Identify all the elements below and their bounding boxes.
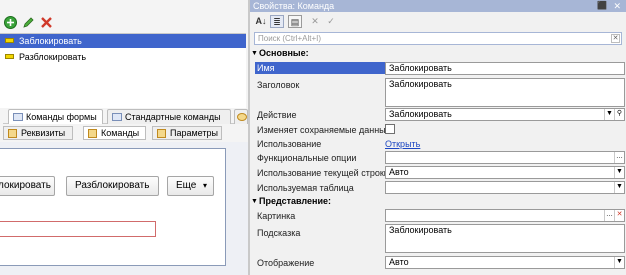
properties-toolbar: A↓ ≣ ▤ ✕ ✓ xyxy=(250,12,626,31)
add-icon[interactable] xyxy=(4,16,17,29)
tab-label: Команды формы xyxy=(26,112,97,122)
functional-options-field[interactable]: … xyxy=(385,151,625,164)
more-button[interactable]: Еще ▾ xyxy=(167,176,214,196)
field-value: Заблокировать xyxy=(389,63,452,73)
form-preview: локировать Разблокировать Еще ▾ xyxy=(0,142,248,275)
categorized-view-icon[interactable]: ≣ xyxy=(270,15,284,28)
tab-label: Стандартные команды xyxy=(125,112,221,122)
tab-commands[interactable]: Команды xyxy=(83,126,146,140)
preview-margin xyxy=(226,142,248,275)
group-main[interactable]: ▼ Основные: xyxy=(250,48,626,59)
tab-standard-commands[interactable]: Стандартные команды xyxy=(107,109,231,124)
properties-view-icon[interactable]: ▤ xyxy=(288,15,302,28)
attributes-icon xyxy=(8,129,17,138)
tooltip-field[interactable]: Заблокировать xyxy=(385,224,625,253)
button-label: Еще xyxy=(176,180,197,191)
search-icon[interactable]: ⚲ xyxy=(614,109,624,120)
apply-icon[interactable]: ✓ xyxy=(324,15,338,28)
tab-label: Команды xyxy=(101,128,140,138)
chevron-down-icon: ▾ xyxy=(202,181,207,190)
edit-icon[interactable] xyxy=(22,16,35,29)
commands-icon xyxy=(112,113,122,121)
tab-label: Реквизиты xyxy=(21,128,66,138)
parameters-icon xyxy=(157,129,166,138)
header-field[interactable]: Заблокировать xyxy=(385,78,625,107)
changes-data-checkbox[interactable] xyxy=(385,124,395,134)
search-placeholder: Поиск (Ctrl+Alt+I) xyxy=(258,34,322,43)
field-value: Авто xyxy=(389,257,409,267)
tab-form-commands[interactable]: Команды формы xyxy=(8,109,103,124)
ellipsis-icon[interactable]: … xyxy=(614,152,624,163)
chevron-down-icon[interactable]: ▼ xyxy=(614,257,624,268)
clear-search-icon[interactable]: ✕ xyxy=(611,34,620,43)
lock-button[interactable]: локировать xyxy=(0,176,55,196)
list-item-label: Заблокировать xyxy=(19,36,82,46)
preview-form: локировать Разблокировать Еще ▾ xyxy=(0,148,226,266)
prop-label-picture: Картинка xyxy=(257,211,296,221)
group-title: Представление: xyxy=(259,196,331,206)
sort-alphabetical-icon[interactable]: A↓ xyxy=(254,15,268,28)
unlock-button[interactable]: Разблокировать xyxy=(66,176,159,196)
current-row-select[interactable]: Авто ▼ xyxy=(385,166,625,179)
preview-input-field[interactable] xyxy=(0,221,156,237)
command-icon xyxy=(5,38,14,43)
field-value: Заблокировать xyxy=(389,109,452,119)
prop-label-functional-options: Функциональные опции xyxy=(257,153,357,163)
field-value: Заблокировать xyxy=(389,79,452,89)
list-item[interactable]: Заблокировать xyxy=(0,34,246,48)
chevron-down-icon[interactable]: ▼ xyxy=(604,109,614,120)
picture-field[interactable]: … ✕ xyxy=(385,209,625,222)
prop-label-current-row: Использование текущей строки xyxy=(257,168,389,178)
expand-arrow-icon: ▼ xyxy=(251,198,258,205)
command-icon xyxy=(5,54,14,59)
usage-open-link[interactable]: Открыть xyxy=(385,139,420,149)
prop-label-changes-data: Изменяет сохраняемые данные xyxy=(257,125,391,135)
chevron-down-icon[interactable]: ▼ xyxy=(614,182,624,193)
close-icon[interactable]: ✕ xyxy=(613,0,621,12)
form-editor-pane: Заблокировать Разблокировать Команды фор… xyxy=(0,0,248,275)
button-label: локировать xyxy=(0,180,51,191)
search-input[interactable]: Поиск (Ctrl+Alt+I) ✕ xyxy=(254,32,622,45)
prop-label-tooltip: Подсказка xyxy=(257,228,301,238)
list-item-label: Разблокировать xyxy=(19,52,87,62)
chevron-down-icon[interactable]: ▼ xyxy=(614,167,624,178)
expand-arrow-icon: ▼ xyxy=(251,50,258,57)
delete-icon[interactable] xyxy=(40,16,53,29)
clear-icon[interactable]: ✕ xyxy=(614,210,624,221)
prop-label-action: Действие xyxy=(257,110,297,120)
group-view[interactable]: ▼ Представление: xyxy=(250,196,626,207)
tab-parameters[interactable]: Параметры xyxy=(152,126,222,140)
used-table-select[interactable]: ▼ xyxy=(385,181,625,194)
prop-label-display: Отображение xyxy=(257,258,315,268)
action-field[interactable]: Заблокировать ▼ ⚲ xyxy=(385,108,625,121)
tab-more[interactable] xyxy=(234,109,248,124)
panel-title: Свойства: Команда xyxy=(253,1,335,11)
commands-list: Заблокировать Разблокировать xyxy=(0,33,246,108)
tab-attributes[interactable]: Реквизиты xyxy=(3,126,73,140)
group-title: Основные: xyxy=(259,48,309,58)
commands-icon xyxy=(88,129,97,138)
commands-toolbar xyxy=(0,14,248,32)
display-select[interactable]: Авто ▼ xyxy=(385,256,625,269)
commands-tabs: Команды формы Стандартные команды xyxy=(3,109,248,124)
more-tabs-icon xyxy=(237,113,247,121)
ellipsis-icon[interactable]: … xyxy=(604,210,614,221)
tab-label: Параметры xyxy=(170,128,218,138)
properties-panel: Свойства: Команда ⬛ ✕ A↓ ≣ ▤ ✕ ✓ Поиск (… xyxy=(250,0,626,275)
pin-icon[interactable]: ⬛ xyxy=(597,0,607,12)
panel-title-bar: Свойства: Команда ⬛ ✕ xyxy=(250,0,626,12)
field-value: Авто xyxy=(389,167,409,177)
prop-label-usage: Использование xyxy=(257,139,322,149)
list-item[interactable]: Разблокировать xyxy=(0,50,246,64)
prop-label-name[interactable]: Имя xyxy=(255,62,387,74)
button-label: Разблокировать xyxy=(75,180,150,191)
prop-label-used-table: Используемая таблица xyxy=(257,183,354,193)
prop-label-header: Заголовок xyxy=(257,80,300,90)
cancel-icon[interactable]: ✕ xyxy=(308,15,322,28)
field-value: Заблокировать xyxy=(389,225,452,235)
name-field[interactable]: Заблокировать xyxy=(385,62,625,75)
form-editor-tabs: Реквизиты Команды Параметры xyxy=(3,125,247,140)
form-icon xyxy=(13,113,23,121)
